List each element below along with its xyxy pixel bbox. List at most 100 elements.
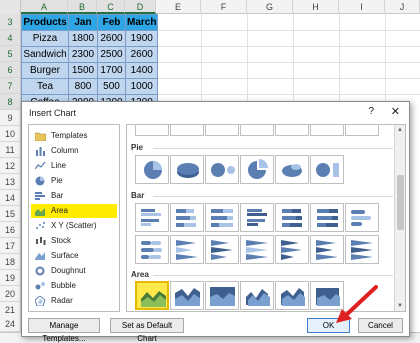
stacked-pyramid-bar-thumb[interactable] — [310, 235, 344, 264]
table-cell[interactable]: 1900 — [124, 30, 159, 47]
bar-of-pie-thumb[interactable] — [310, 155, 344, 184]
category-bubble[interactable]: Bubble — [31, 279, 117, 293]
column-header-c[interactable]: C — [97, 0, 125, 14]
pie-chart-thumb[interactable] — [135, 155, 169, 184]
table-cell[interactable]: 1800 — [68, 30, 98, 47]
category-column[interactable]: Column — [31, 144, 117, 158]
chart-thumb[interactable] — [170, 125, 204, 136]
scroll-thumb[interactable] — [397, 175, 404, 230]
category-radar[interactable]: Radar — [31, 294, 117, 308]
clustered-bar-thumb[interactable] — [135, 203, 169, 232]
close-button[interactable]: ✕ — [391, 105, 400, 118]
table-cell[interactable]: Pizza — [21, 30, 69, 47]
row-header[interactable]: 24 — [0, 316, 21, 332]
stacked-cylinder-bar-thumb[interactable] — [135, 235, 169, 264]
category-line[interactable]: Line — [31, 159, 117, 173]
row-header[interactable]: 9 — [0, 110, 21, 126]
row-header[interactable]: 4 — [0, 30, 21, 46]
row-header[interactable]: 13 — [0, 174, 21, 190]
area-chart-thumb[interactable] — [135, 281, 169, 310]
row-header[interactable]: 12 — [0, 158, 21, 174]
table-cell[interactable]: 1500 — [68, 62, 98, 79]
clustered-pyramid-bar-thumb[interactable] — [275, 235, 309, 264]
row-header[interactable]: 5 — [0, 46, 21, 62]
category-templates[interactable]: Templates — [31, 129, 117, 143]
select-all-corner[interactable] — [0, 0, 21, 14]
clustered-cylinder-bar-thumb[interactable] — [345, 203, 379, 232]
row-header[interactable]: 15 — [0, 206, 21, 222]
category-surface[interactable]: Surface — [31, 249, 117, 263]
row-header[interactable]: 10 — [0, 126, 21, 142]
column-header-a[interactable]: A — [21, 0, 68, 14]
set-default-chart-button[interactable]: Set as Default Chart — [110, 318, 184, 343]
stacked-cone-bar-thumb[interactable] — [205, 235, 239, 264]
chart-thumb[interactable] — [345, 125, 379, 136]
exploded-pie-thumb[interactable] — [240, 155, 274, 184]
chart-thumb[interactable] — [205, 125, 239, 136]
category-scatter[interactable]: X Y (Scatter) — [31, 219, 117, 233]
row-header[interactable]: 6 — [0, 62, 21, 78]
category-area[interactable]: Area — [31, 204, 117, 218]
column-header-d[interactable]: D — [125, 0, 156, 14]
stacked-area-chart-thumb[interactable] — [170, 281, 204, 310]
3d-stacked-bar-thumb[interactable] — [275, 203, 309, 232]
table-cell[interactable]: 500 — [97, 78, 126, 95]
chart-thumb[interactable] — [240, 125, 274, 136]
100-stacked-cone-bar-thumb[interactable] — [240, 235, 274, 264]
table-cell[interactable]: 1400 — [124, 62, 159, 79]
row-header[interactable]: 3 — [0, 14, 21, 30]
stacked-bar-thumb[interactable] — [170, 203, 204, 232]
table-header-cell[interactable]: March — [124, 14, 159, 31]
row-header[interactable]: 7 — [0, 78, 21, 94]
table-cell[interactable]: 800 — [68, 78, 98, 95]
table-header-cell[interactable]: Jan — [68, 14, 98, 31]
row-header[interactable]: 8 — [0, 94, 21, 110]
table-cell[interactable]: 1700 — [97, 62, 126, 79]
100-stacked-bar-thumb[interactable] — [205, 203, 239, 232]
column-header-b[interactable]: B — [68, 0, 97, 14]
table-cell[interactable]: 2600 — [97, 30, 126, 47]
row-header[interactable]: 19 — [0, 270, 21, 286]
category-bar[interactable]: Bar — [31, 189, 117, 203]
exploded-pie-3d-thumb[interactable] — [275, 155, 309, 184]
row-header[interactable]: 18 — [0, 254, 21, 270]
table-cell[interactable]: Sandwich — [21, 46, 69, 63]
table-cell[interactable]: 1000 — [124, 78, 159, 95]
gallery-scrollbar[interactable]: ▲ ▼ — [394, 125, 405, 311]
column-header-j[interactable]: J — [385, 0, 420, 14]
column-header-i[interactable]: I — [339, 0, 385, 14]
table-cell[interactable]: Tea — [21, 78, 69, 95]
table-header-cell[interactable]: Products — [21, 14, 69, 31]
column-header-e[interactable]: E — [156, 0, 201, 14]
3d-stacked-area-chart-thumb[interactable] — [275, 281, 309, 310]
3d-clustered-bar-thumb[interactable] — [240, 203, 274, 232]
chart-thumb[interactable] — [135, 125, 169, 136]
scroll-up-icon[interactable]: ▲ — [395, 125, 405, 135]
category-doughnut[interactable]: Doughnut — [31, 264, 117, 278]
3d-100-stacked-bar-thumb[interactable] — [310, 203, 344, 232]
scroll-down-icon[interactable]: ▼ — [395, 301, 405, 311]
category-pie[interactable]: Pie — [31, 174, 117, 188]
category-stock[interactable]: Stock — [31, 234, 117, 248]
3d-area-chart-thumb[interactable] — [240, 281, 274, 310]
table-cell[interactable]: 2600 — [124, 46, 159, 63]
column-header-g[interactable]: G — [247, 0, 293, 14]
column-header-f[interactable]: F — [201, 0, 247, 14]
row-header[interactable]: 16 — [0, 222, 21, 238]
help-button[interactable]: ? — [368, 106, 374, 117]
table-cell[interactable]: 2300 — [68, 46, 98, 63]
chart-thumb[interactable] — [310, 125, 344, 136]
table-header-cell[interactable]: Feb — [97, 14, 126, 31]
column-header-h[interactable]: H — [293, 0, 339, 14]
clustered-cone-bar-thumb[interactable] — [170, 235, 204, 264]
row-header[interactable]: 17 — [0, 238, 21, 254]
pie-of-pie-thumb[interactable] — [205, 155, 239, 184]
pie-3d-chart-thumb[interactable] — [170, 155, 204, 184]
table-cell[interactable]: Burger — [21, 62, 69, 79]
row-header[interactable]: 14 — [0, 190, 21, 206]
manage-templates-button[interactable]: Manage Templates... — [28, 318, 100, 343]
100-stacked-area-chart-thumb[interactable] — [205, 281, 239, 310]
100-stacked-pyramid-bar-thumb[interactable] — [345, 235, 379, 264]
table-cell[interactable]: 2500 — [97, 46, 126, 63]
chart-thumb[interactable] — [275, 125, 309, 136]
